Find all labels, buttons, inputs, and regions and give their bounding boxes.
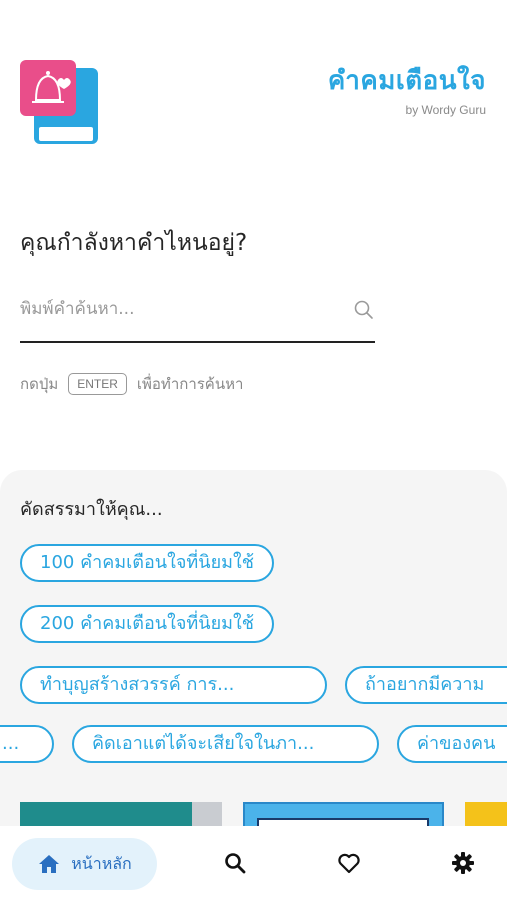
search-icon[interactable] <box>353 299 375 321</box>
suggestion-chip[interactable]: ค่าของคน <box>397 725 507 763</box>
hint-suffix: เพื่อทำการค้นหา <box>136 375 244 393</box>
search-heading: คุณกำลังหาคำไหนอยู่? <box>20 230 248 256</box>
suggestion-chip[interactable]: คิดเอาแต่ได้จะเสียใจในภา... <box>72 725 379 763</box>
hint-prefix: กดปุ่ม <box>20 375 59 393</box>
app-byline: by Wordy Guru <box>405 103 486 117</box>
enter-key-badge: ENTER <box>68 373 127 395</box>
search-icon[interactable] <box>223 851 247 875</box>
app-title: คำคมเตือนใจ <box>327 66 486 96</box>
suggestions-title: คัดสรรมาให้คุณ... <box>20 499 163 520</box>
suggestion-chip[interactable]: ทำบุญสร้างสวรรค์ การ... <box>20 666 327 704</box>
search-input[interactable] <box>20 291 340 327</box>
gear-icon[interactable] <box>451 851 475 875</box>
home-icon <box>39 855 60 873</box>
search-bar <box>20 291 375 343</box>
suggestion-chip[interactable]: ถ้าอยากมีความ <box>345 666 507 704</box>
app-logo <box>20 60 100 146</box>
nav-home-label: หน้าหลัก <box>71 853 132 873</box>
bottom-nav: หน้าหลัก <box>0 826 507 900</box>
nav-home-button[interactable]: หน้าหลัก <box>12 838 157 890</box>
heart-icon[interactable] <box>337 851 361 875</box>
suggestion-chip[interactable]: 200 คำคมเตือนใจที่นิยมใช้ <box>20 605 275 643</box>
suggestion-chip[interactable]: ... <box>0 725 54 763</box>
suggestion-chip[interactable]: 100 คำคมเตือนใจที่นิยมใช้ <box>20 544 275 582</box>
search-hint: กดปุ่ม ENTER เพื่อทำการค้นหา <box>20 372 243 396</box>
